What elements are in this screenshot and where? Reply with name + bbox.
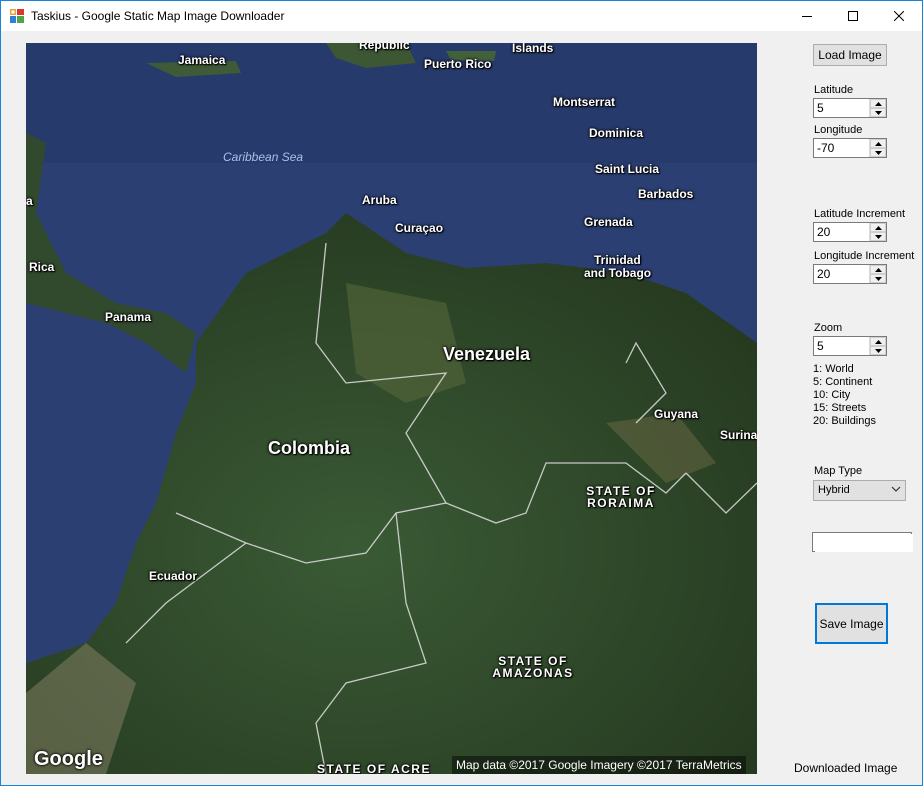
map-label-caribbean-sea: Caribbean Sea xyxy=(223,150,304,164)
map-label-amazonas: STATE OF AMAZONAS xyxy=(488,655,578,679)
map-label-venezuela: Venezuela xyxy=(443,344,531,364)
longitude-input[interactable] xyxy=(815,140,873,156)
longitude-increment-input[interactable] xyxy=(815,266,873,282)
google-logo: Google xyxy=(34,748,103,770)
longitude-increment-label: Longitude Increment xyxy=(814,250,915,262)
zoom-legend-item: 1: World xyxy=(813,363,854,375)
save-image-button[interactable]: Save Image xyxy=(815,603,888,644)
arrow-down-icon xyxy=(874,150,882,155)
zoom-legend-item: 20: Buildings xyxy=(813,415,876,427)
longitude-down-button[interactable] xyxy=(870,148,886,157)
latitude-increment-up-button[interactable] xyxy=(870,223,886,232)
map-label-roraima: STATE OF RORAIMA xyxy=(581,485,661,509)
longitude-spin-buttons xyxy=(869,139,886,157)
map-label-barbados: Barbados xyxy=(638,187,694,201)
map-label-partial-a: a xyxy=(26,194,33,208)
map-label-trinidad: Trinidad xyxy=(594,253,641,267)
title-bar[interactable]: Taskius - Google Static Map Image Downlo… xyxy=(1,1,922,31)
zoom-input[interactable] xyxy=(815,338,873,354)
latitude-spin-buttons xyxy=(869,99,886,117)
map-label-puerto-rico: Puerto Rico xyxy=(424,57,492,71)
map-label-islands: Islands xyxy=(512,43,554,55)
arrow-up-icon xyxy=(874,101,882,106)
zoom-up-button[interactable] xyxy=(870,337,886,346)
latitude-increment-spin-buttons xyxy=(869,223,886,241)
longitude-increment-stepper[interactable] xyxy=(813,264,887,284)
map-label-acre: STATE OF ACRE xyxy=(317,762,431,774)
zoom-legend-item: 5: Continent xyxy=(813,376,873,388)
map-label-grenada: Grenada xyxy=(584,215,633,229)
zoom-stepper[interactable] xyxy=(813,336,887,356)
map-type-dropdown[interactable]: Hybrid xyxy=(813,480,906,501)
chevron-down-icon xyxy=(891,486,901,492)
latitude-increment-label: Latitude Increment xyxy=(814,208,906,220)
minimize-icon xyxy=(802,16,812,17)
longitude-increment-down-button[interactable] xyxy=(870,274,886,283)
close-button[interactable] xyxy=(876,1,922,31)
map-label-surina: Surina xyxy=(720,428,757,442)
map-label-rica: Rica xyxy=(29,260,55,274)
zoom-down-button[interactable] xyxy=(870,346,886,355)
map-image: Jamaica Republic Islands Puerto Rico Mon… xyxy=(26,43,757,774)
latitude-stepper[interactable] xyxy=(813,98,887,118)
map-label-panama: Panama xyxy=(105,310,152,324)
map-label-guyana: Guyana xyxy=(654,407,699,421)
zoom-legend-item: 15: Streets xyxy=(813,402,867,414)
arrow-up-icon xyxy=(874,339,882,344)
zoom-legend: 1: World 5: Continent 10: City 15: Stree… xyxy=(813,363,876,428)
longitude-increment-up-button[interactable] xyxy=(870,265,886,274)
map-label-jamaica: Jamaica xyxy=(178,53,226,67)
minimize-button[interactable] xyxy=(784,1,830,31)
load-image-button[interactable]: Load Image xyxy=(813,44,887,66)
map-label-aruba: Aruba xyxy=(362,193,397,207)
map-type-label: Map Type xyxy=(814,465,863,477)
map-label-amazonas-line2: AMAZONAS xyxy=(492,666,574,680)
latitude-label: Latitude xyxy=(814,84,854,96)
arrow-down-icon xyxy=(874,110,882,115)
arrow-down-icon xyxy=(874,234,882,239)
longitude-label: Longitude xyxy=(814,124,863,136)
zoom-spin-buttons xyxy=(869,337,886,355)
app-window: Taskius - Google Static Map Image Downlo… xyxy=(0,0,923,786)
satellite-map xyxy=(26,43,757,774)
longitude-up-button[interactable] xyxy=(870,139,886,148)
map-label-dominica: Dominica xyxy=(589,126,644,140)
map-label-republic: Republic xyxy=(359,43,410,52)
map-label-saint-lucia: Saint Lucia xyxy=(595,162,660,176)
arrow-up-icon xyxy=(874,225,882,230)
latitude-input[interactable] xyxy=(815,100,873,116)
app-icon xyxy=(10,9,24,23)
window-title: Taskius - Google Static Map Image Downlo… xyxy=(31,9,285,23)
map-label-colombia: Colombia xyxy=(268,438,351,458)
zoom-label: Zoom xyxy=(814,322,843,334)
arrow-down-icon xyxy=(874,276,882,281)
maximize-icon xyxy=(848,11,858,21)
maximize-button[interactable] xyxy=(830,1,876,31)
map-label-roraima-line2: RORAIMA xyxy=(587,496,655,510)
map-label-curacao: Curaçao xyxy=(395,221,444,235)
map-type-value: Hybrid xyxy=(818,484,850,496)
text-field[interactable] xyxy=(812,532,913,552)
close-icon xyxy=(894,11,904,21)
latitude-increment-input[interactable] xyxy=(815,224,873,240)
longitude-stepper[interactable] xyxy=(813,138,887,158)
latitude-up-button[interactable] xyxy=(870,99,886,108)
arrow-up-icon xyxy=(874,141,882,146)
latitude-increment-down-button[interactable] xyxy=(870,232,886,241)
longitude-increment-spin-buttons xyxy=(869,265,886,283)
map-label-ecuador: Ecuador xyxy=(149,569,198,583)
map-attribution: Map data ©2017 Google Imagery ©2017 Terr… xyxy=(452,756,746,774)
status-label: Downloaded Image xyxy=(794,761,898,775)
zoom-legend-item: 10: City xyxy=(813,389,851,401)
map-label-and-tobago: and Tobago xyxy=(584,266,652,280)
latitude-down-button[interactable] xyxy=(870,108,886,117)
map-label-montserrat: Montserrat xyxy=(553,95,616,109)
latitude-increment-stepper[interactable] xyxy=(813,222,887,242)
arrow-down-icon xyxy=(874,348,882,353)
arrow-up-icon xyxy=(874,267,882,272)
text-field-input[interactable] xyxy=(815,534,913,552)
